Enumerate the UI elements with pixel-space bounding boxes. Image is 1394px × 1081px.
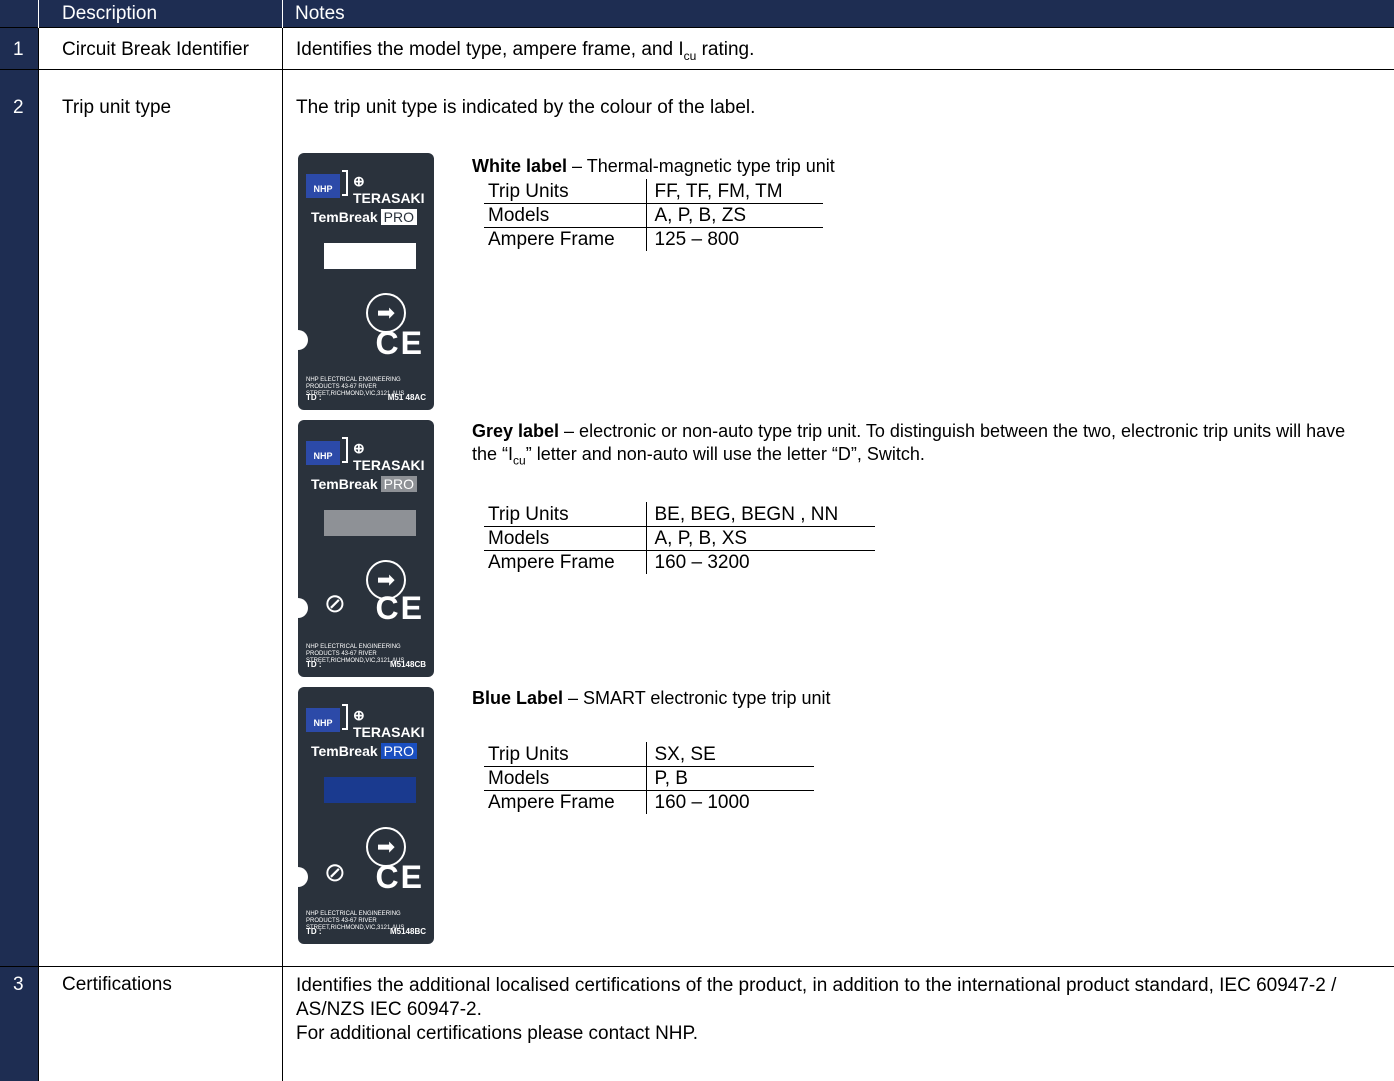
table-row: Models P, B	[484, 766, 814, 791]
blue-label-image: NHP ⊕ TERASAKI TemBreak PRO ➡ ⊘ CE NHP EL…	[298, 687, 434, 944]
label-td-code: TD : M5148CB	[306, 660, 426, 669]
rcm-mark-icon: ⊘	[324, 857, 346, 887]
tembreak-logo: TemBreak PRO	[311, 209, 418, 225]
column-divider	[38, 28, 39, 1081]
spec-value: A, P, B, XS	[645, 526, 875, 551]
logo-bracket	[342, 704, 348, 730]
mounting-notch	[298, 867, 308, 887]
header-number-cell	[0, 0, 38, 28]
row-number: 1	[13, 39, 24, 60]
row-description: Certifications	[62, 974, 172, 995]
spec-value: A, P, B, ZS	[645, 203, 823, 228]
spec-key: Models	[484, 526, 646, 551]
ce-mark-icon: CE	[375, 590, 424, 626]
table-row: Ampere Frame 160 – 3200	[484, 550, 875, 574]
blue-label-spec-table: Trip Units SX, SE Models P, B Ampere Fra…	[484, 742, 814, 814]
terasaki-logo: ⊕ TERASAKI	[353, 707, 425, 740]
row-divider	[0, 966, 1394, 967]
row-number: 3	[13, 974, 24, 995]
label-colour-swatch	[324, 510, 416, 536]
tembreak-logo: TemBreak PRO	[311, 743, 418, 759]
row-description: Circuit Break Identifier	[62, 39, 249, 60]
spec-key: Trip Units	[484, 742, 646, 767]
table-header: Description Notes	[0, 0, 1394, 28]
label-td-code: TD : M51 48AC	[306, 393, 426, 402]
white-label-image: NHP ⊕ TERASAKI TemBreak PRO ➡ CE NHP ELEC…	[298, 153, 434, 410]
number-column	[0, 28, 38, 1081]
nhp-logo: NHP	[306, 708, 340, 732]
white-label-heading: White label – Thermal-magnetic type trip…	[472, 156, 835, 176]
spec-value: BE, BEG, BEGN , NN	[645, 502, 875, 527]
row-notes: Identifies the model type, ampere frame,…	[296, 39, 755, 63]
logo-bracket	[342, 170, 348, 196]
row-notes: Identifies the additional localised cert…	[296, 975, 1337, 1044]
spec-key: Ampere Frame	[488, 792, 615, 813]
ce-mark-icon: CE	[375, 325, 424, 361]
nhp-logo: NHP	[306, 441, 340, 465]
mounting-notch	[298, 330, 308, 350]
terasaki-logo: ⊕ TERASAKI	[353, 440, 425, 473]
spec-key: Ampere Frame	[488, 229, 615, 250]
spec-key: Trip Units	[484, 179, 646, 204]
table-row: Models A, P, B, ZS	[484, 203, 823, 228]
table-row: Models A, P, B, XS	[484, 526, 875, 551]
spec-key: Trip Units	[484, 502, 646, 527]
rcm-mark-icon: ⊘	[324, 588, 346, 618]
spec-value: 160 – 1000	[645, 790, 814, 814]
mounting-notch	[298, 598, 308, 618]
nhp-logo: NHP	[306, 174, 340, 198]
spec-key: Models	[484, 766, 646, 791]
table-row: Ampere Frame 160 – 1000	[484, 790, 814, 814]
spec-value: FF, TF, FM, TM	[645, 179, 823, 204]
header-description: Description	[38, 0, 282, 28]
row-description: Trip unit type	[62, 97, 172, 118]
header-notes: Notes	[282, 0, 1392, 28]
label-td-code: TD : M5148BC	[306, 927, 426, 936]
spec-key: Ampere Frame	[488, 552, 615, 573]
row-divider	[0, 69, 1394, 70]
spec-key: Models	[484, 203, 646, 228]
column-divider	[282, 28, 283, 1081]
grey-label-spec-table: Trip Units BE, BEG, BEGN , NN Models A, …	[484, 502, 875, 574]
spec-value: P, B	[645, 766, 814, 791]
logo-bracket	[342, 437, 348, 463]
white-label-spec-table: Trip Units FF, TF, FM, TM Models A, P, B…	[484, 179, 823, 251]
table-row: Trip Units BE, BEG, BEGN , NN	[484, 502, 875, 527]
table-row: Ampere Frame 125 – 800	[484, 227, 823, 251]
spec-value: 160 – 3200	[645, 550, 875, 574]
table-row: Trip Units SX, SE	[484, 742, 814, 767]
tembreak-logo: TemBreak PRO	[311, 476, 418, 492]
spec-value: 125 – 800	[645, 227, 823, 251]
blue-label-heading: Blue Label – SMART electronic type trip …	[472, 688, 831, 708]
row-notes: The trip unit type is indicated by the c…	[296, 97, 756, 118]
grey-label-image: NHP ⊕ TERASAKI TemBreak PRO ➡ ⊘ CE NHP EL…	[298, 420, 434, 677]
ce-mark-icon: CE	[375, 859, 424, 895]
label-colour-swatch	[324, 243, 416, 269]
spec-value: SX, SE	[645, 742, 814, 767]
table-row: Trip Units FF, TF, FM, TM	[484, 179, 823, 204]
terasaki-logo: ⊕ TERASAKI	[353, 173, 425, 206]
grey-label-heading: Grey label – electronic or non-auto type…	[472, 421, 1346, 468]
row-number: 2	[13, 97, 24, 118]
label-colour-swatch	[324, 777, 416, 803]
